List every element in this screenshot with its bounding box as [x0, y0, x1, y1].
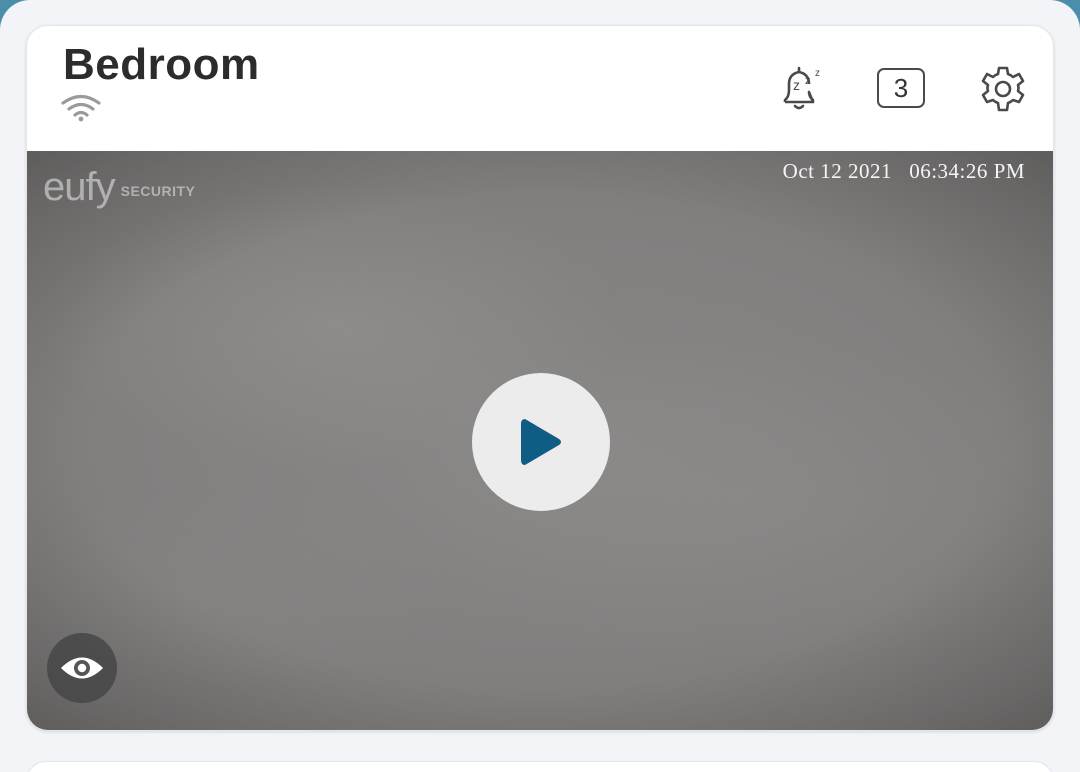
brand-watermark-sub: SECURITY [120, 183, 196, 199]
camera-card-header: Bedroom z z z 3 [27, 26, 1053, 151]
play-button[interactable] [472, 373, 610, 511]
header-actions: z z z 3 [735, 26, 1053, 151]
brand-watermark-word: eufy [43, 165, 116, 209]
camera-card: Bedroom z z z 3 eufy SECURITY Oct 12 202… [26, 25, 1054, 731]
event-count-badge[interactable]: 3 [877, 68, 925, 108]
brand-watermark: eufy SECURITY [43, 165, 196, 209]
video-timestamp: Oct 12 2021 06:34:26 PM [782, 159, 1025, 183]
svg-text:z: z [805, 75, 811, 87]
view-button[interactable] [47, 633, 117, 703]
camera-video-preview[interactable]: eufy SECURITY Oct 12 2021 06:34:26 PM [27, 151, 1053, 730]
eye-icon [61, 657, 103, 679]
camera-name: Bedroom [63, 40, 260, 89]
svg-text:z: z [793, 77, 800, 93]
snooze-notifications-button[interactable]: z z z [775, 62, 829, 116]
svg-text:z: z [815, 68, 820, 79]
next-camera-card [26, 761, 1054, 772]
play-icon [521, 419, 561, 465]
bell-snooze-icon: z z z [783, 66, 820, 110]
settings-button[interactable] [975, 62, 1031, 118]
gear-icon [981, 66, 1025, 112]
wifi-icon [61, 94, 101, 122]
